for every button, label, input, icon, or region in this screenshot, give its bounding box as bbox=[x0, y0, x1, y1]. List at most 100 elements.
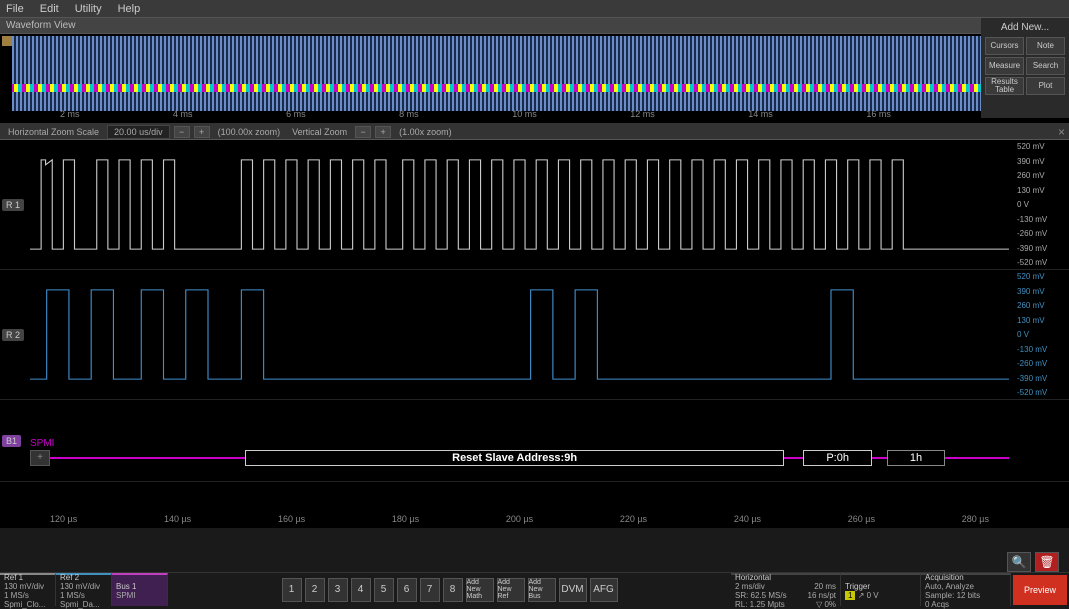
channel-5-button[interactable]: 5 bbox=[374, 578, 394, 602]
scale-tick: 0 V bbox=[1017, 330, 1067, 339]
scale-tick: 520 mV bbox=[1017, 272, 1067, 281]
note-button[interactable]: Note bbox=[1026, 37, 1065, 55]
overview-tick: 14 ms bbox=[748, 109, 773, 121]
channel-bus1-badge[interactable]: B1 bbox=[2, 435, 21, 447]
trigger-level: 0 V bbox=[867, 591, 879, 600]
menu-help[interactable]: Help bbox=[118, 3, 141, 15]
trigger-header: Trigger bbox=[845, 582, 916, 591]
bus-decode-field[interactable]: 1h bbox=[887, 450, 946, 466]
menu-bar: File Edit Utility Help bbox=[0, 0, 1069, 18]
vert-zoom-label: Vertical Zoom bbox=[288, 127, 351, 137]
channel-r1-waveform bbox=[30, 140, 1009, 269]
cursors-button[interactable]: Cursors bbox=[985, 37, 1024, 55]
bus-decode-parity[interactable]: P:0h bbox=[803, 450, 872, 466]
horiz-zoom-scale-label: Horizontal Zoom Scale bbox=[4, 127, 103, 137]
add-ref-button[interactable]: Add New Ref bbox=[497, 578, 525, 602]
channel-6-button[interactable]: 6 bbox=[397, 578, 417, 602]
time-tick: 260 µs bbox=[848, 514, 875, 528]
preview-button[interactable]: Preview bbox=[1013, 575, 1067, 605]
ref1-status[interactable]: Ref 1 130 mV/div 1 MS/s Spmi_Clo... bbox=[0, 573, 56, 606]
time-tick: 240 µs bbox=[734, 514, 761, 528]
plot-button[interactable]: Plot bbox=[1026, 77, 1065, 95]
channel-r1[interactable]: R 1 520 mV 390 mV 260 mV 130 mV 0 V -130… bbox=[0, 140, 1069, 270]
scale-tick: -520 mV bbox=[1017, 258, 1067, 267]
horizontal-status[interactable]: Horizontal 2 ms/div20 ms SR: 62.5 MS/s16… bbox=[731, 573, 841, 606]
waveform-display[interactable]: R 1 520 mV 390 mV 260 mV 130 mV 0 V -130… bbox=[0, 140, 1069, 528]
channel-r2-badge[interactable]: R 2 bbox=[2, 329, 24, 341]
overview-handle-icon[interactable] bbox=[2, 36, 12, 46]
horiz-zoom-scale-value[interactable]: 20.00 us/div bbox=[107, 125, 170, 139]
ref1-scale: 130 mV/div bbox=[4, 582, 51, 591]
overview-tick: 16 ms bbox=[866, 109, 891, 121]
scale-tick: 260 mV bbox=[1017, 171, 1067, 180]
channel-7-button[interactable]: 7 bbox=[420, 578, 440, 602]
ref2-name: Spmi_Da... bbox=[60, 600, 107, 609]
bus-decode-frame[interactable]: Reset Slave Address:9h bbox=[245, 450, 783, 466]
ref1-rate: 1 MS/s bbox=[4, 591, 51, 600]
bus-decode-bar: + Reset Slave Address:9h P:0h 1h bbox=[30, 452, 1009, 464]
menu-edit[interactable]: Edit bbox=[40, 3, 59, 15]
vert-zoom-in-button[interactable]: + bbox=[375, 126, 391, 138]
channel-r1-badge[interactable]: R 1 bbox=[2, 199, 24, 211]
overview-decode-band bbox=[12, 84, 1049, 92]
scale-tick: -390 mV bbox=[1017, 244, 1067, 253]
channel-r1-scale: 520 mV 390 mV 260 mV 130 mV 0 V -130 mV … bbox=[1017, 140, 1067, 269]
time-tick: 160 µs bbox=[278, 514, 305, 528]
ref2-header: Ref 2 bbox=[60, 573, 107, 582]
scale-tick: -260 mV bbox=[1017, 229, 1067, 238]
bus1-status[interactable]: Bus 1 SPMI bbox=[112, 573, 168, 606]
scale-tick: 130 mV bbox=[1017, 186, 1067, 195]
overview-tick: 6 ms bbox=[286, 109, 306, 121]
vert-zoom-factor: (1.00x zoom) bbox=[395, 127, 456, 137]
bus-protocol-label: SPMI bbox=[30, 438, 54, 449]
status-bar: Ref 1 130 mV/div 1 MS/s Spmi_Clo... Ref … bbox=[0, 572, 1069, 606]
channel-bus1[interactable]: B1 SPMI + Reset Slave Address:9h P:0h 1h bbox=[0, 400, 1069, 482]
search-button[interactable]: Search bbox=[1026, 57, 1065, 75]
trigger-status[interactable]: Trigger 1 ↗ 0 V bbox=[841, 573, 921, 606]
menu-file[interactable]: File bbox=[6, 3, 24, 15]
acquisition-sample: Sample: 12 bits bbox=[925, 591, 1006, 600]
horiz-zoom-out-button[interactable]: − bbox=[174, 126, 190, 138]
horiz-zoom-in-button[interactable]: + bbox=[194, 126, 210, 138]
overview-timeline[interactable]: 2 ms 4 ms 6 ms 8 ms 10 ms 12 ms 14 ms 16… bbox=[0, 34, 1069, 124]
ref2-scale: 130 mV/div bbox=[60, 582, 107, 591]
channel-3-button[interactable]: 3 bbox=[328, 578, 348, 602]
time-tick: 140 µs bbox=[164, 514, 191, 528]
overview-tick: 2 ms bbox=[60, 109, 80, 121]
bus-decode-start-icon: + bbox=[30, 450, 50, 466]
ref1-name: Spmi_Clo... bbox=[4, 600, 51, 609]
vert-zoom-out-button[interactable]: − bbox=[355, 126, 371, 138]
ref2-status[interactable]: Ref 2 130 mV/div 1 MS/s Spmi_Da... bbox=[56, 573, 112, 606]
horiz-zoom-factor: (100.00x zoom) bbox=[214, 127, 285, 137]
overview-tick: 8 ms bbox=[399, 109, 419, 121]
acquisition-mode: Auto, Analyze bbox=[925, 582, 1006, 591]
horiz-rl: RL: 1.25 Mpts bbox=[735, 600, 785, 609]
delete-button[interactable]: 🗑 bbox=[1035, 552, 1059, 572]
time-tick: 220 µs bbox=[620, 514, 647, 528]
scale-tick: 390 mV bbox=[1017, 287, 1067, 296]
channel-8-button[interactable]: 8 bbox=[443, 578, 463, 602]
afg-button[interactable]: AFG bbox=[590, 578, 618, 602]
overview-time-ticks: 2 ms 4 ms 6 ms 8 ms 10 ms 12 ms 14 ms 16… bbox=[0, 109, 1069, 121]
zoom-search-button[interactable]: 🔍 bbox=[1007, 552, 1031, 572]
channel-4-button[interactable]: 4 bbox=[351, 578, 371, 602]
scale-tick: -390 mV bbox=[1017, 374, 1067, 383]
channel-1-button[interactable]: 1 bbox=[282, 578, 302, 602]
dvm-button[interactable]: DVM bbox=[559, 578, 587, 602]
results-table-button[interactable]: Results Table bbox=[985, 77, 1024, 95]
overview-tick: 12 ms bbox=[630, 109, 655, 121]
waveform-view-tab[interactable]: Waveform View bbox=[0, 18, 1069, 34]
trigger-edge-icon: ↗ bbox=[858, 591, 865, 600]
close-zoom-bar-icon[interactable]: × bbox=[1058, 125, 1065, 139]
menu-utility[interactable]: Utility bbox=[75, 3, 102, 15]
scale-tick: 260 mV bbox=[1017, 301, 1067, 310]
add-bus-button[interactable]: Add New Bus bbox=[528, 578, 556, 602]
channel-2-button[interactable]: 2 bbox=[305, 578, 325, 602]
scale-tick: -520 mV bbox=[1017, 388, 1067, 397]
channel-r2[interactable]: R 2 520 mV 390 mV 260 mV 130 mV 0 V -130… bbox=[0, 270, 1069, 400]
acquisition-status[interactable]: Acquisition Auto, Analyze Sample: 12 bit… bbox=[921, 573, 1011, 606]
bus1-header: Bus 1 bbox=[116, 582, 163, 591]
acquisition-header: Acquisition bbox=[925, 573, 1006, 582]
measure-button[interactable]: Measure bbox=[985, 57, 1024, 75]
add-math-button[interactable]: Add New Math bbox=[466, 578, 494, 602]
